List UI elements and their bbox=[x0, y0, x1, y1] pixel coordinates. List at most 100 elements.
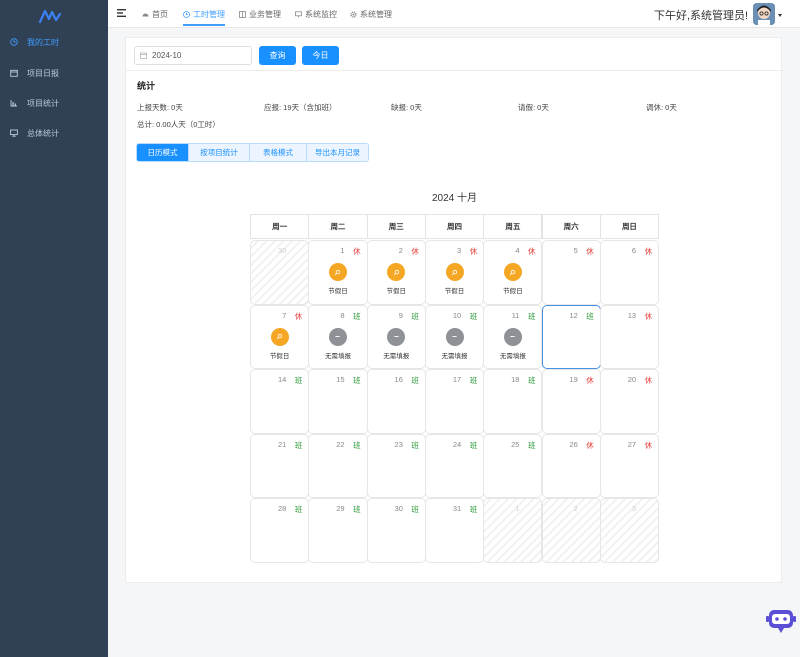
view-mode-tabs: 日历模式 按项目统计 表格模式 导出本月记录 bbox=[136, 143, 369, 162]
day-type-tag: 班 bbox=[411, 440, 419, 450]
calendar-day[interactable]: 7 休节假日 bbox=[250, 304, 310, 369]
topnav-item-label: 系统监控 bbox=[305, 9, 337, 19]
day-number: 24 bbox=[452, 439, 462, 449]
topnav-item-4[interactable]: 系统管理 bbox=[350, 0, 392, 28]
calendar-day[interactable]: 24 班 bbox=[424, 433, 485, 498]
divider bbox=[126, 70, 783, 71]
month-picker[interactable]: 2024-10 bbox=[134, 46, 252, 65]
calendar-day[interactable]: 30 班 bbox=[366, 498, 426, 563]
stats-title: 统计 bbox=[137, 81, 156, 91]
today-button[interactable]: 今日 bbox=[302, 46, 339, 65]
day-type-tag: 班 bbox=[411, 376, 419, 385]
calendar-day[interactable]: 4 休节假日 bbox=[483, 240, 543, 305]
day-number: 15 bbox=[336, 375, 345, 384]
no-report-icon bbox=[328, 327, 347, 346]
day-number: 23 bbox=[394, 439, 403, 449]
day-type-tag: 休 bbox=[644, 247, 653, 256]
calendar-day[interactable]: 15 班 bbox=[308, 369, 368, 434]
calendar-day[interactable]: 8 班无需填报 bbox=[308, 304, 368, 369]
calendar-day[interactable]: 29 班 bbox=[308, 498, 368, 563]
topnav-item-label: 系统管理 bbox=[360, 9, 392, 19]
day-status-label: 节假日 bbox=[269, 352, 290, 360]
calendar-day[interactable]: 17 班 bbox=[424, 369, 485, 434]
day-status-label: 无需填报 bbox=[383, 352, 410, 360]
calendar-day[interactable]: 28 班 bbox=[250, 498, 310, 563]
query-button[interactable]: 查询 bbox=[259, 46, 296, 65]
calendar-day[interactable]: 2 休节假日 bbox=[366, 240, 426, 305]
holiday-icon bbox=[445, 263, 464, 281]
day-number: 18 bbox=[511, 375, 520, 384]
sidebar-item-label: 总体统计 bbox=[27, 128, 59, 138]
topnav-item-0[interactable]: 首页 bbox=[142, 0, 168, 28]
calendar-day[interactable]: 1 bbox=[483, 498, 543, 563]
monitor-icon bbox=[10, 129, 18, 137]
calendar-day[interactable]: 16 班 bbox=[366, 369, 426, 434]
day-type-tag: 休 bbox=[469, 247, 478, 256]
calendar-icon bbox=[140, 52, 147, 59]
calendar-day[interactable]: 5休 bbox=[541, 240, 601, 305]
day-type-tag: 班 bbox=[586, 311, 594, 321]
calendar-day[interactable]: 12 班 bbox=[541, 304, 601, 369]
day-number: 17 bbox=[452, 375, 462, 384]
tab-table-mode[interactable]: 表格模式 bbox=[250, 144, 307, 161]
grid-icon bbox=[239, 10, 246, 18]
gear-icon bbox=[350, 10, 357, 18]
calendar-day[interactable]: 6休 bbox=[599, 240, 660, 305]
day-status-label: 无需填报 bbox=[499, 352, 526, 360]
day-type-tag: 班 bbox=[469, 376, 478, 385]
sidebar-item-2[interactable]: 项目统计 bbox=[0, 93, 108, 113]
topnav-item-3[interactable]: 系统监控 bbox=[295, 0, 337, 28]
day-status-label: 无需填报 bbox=[441, 352, 468, 360]
day-number: 16 bbox=[394, 375, 403, 384]
day-number: 22 bbox=[336, 439, 345, 449]
chevron-down-icon[interactable] bbox=[778, 14, 782, 17]
calendar-day[interactable]: 19 休 bbox=[541, 369, 601, 434]
tab-calendar-mode[interactable]: 日历模式 bbox=[137, 144, 189, 161]
sidebar-item-3[interactable]: 总体统计 bbox=[0, 123, 108, 143]
calendar-day[interactable]: 26 休 bbox=[541, 433, 601, 498]
chat-robot-icon[interactable] bbox=[766, 606, 796, 634]
dashboard-icon bbox=[142, 13, 149, 16]
tab-by-project[interactable]: 按项目统计 bbox=[189, 144, 250, 161]
calendar-day[interactable]: 23 班 bbox=[366, 433, 426, 498]
sidebar-item-1[interactable]: 项目日报 bbox=[0, 63, 108, 83]
topnav-item-1[interactable]: 工时管理 bbox=[183, 0, 225, 28]
calendar-day[interactable]: 20 休 bbox=[599, 369, 660, 434]
calendar-day[interactable]: 22 班 bbox=[308, 433, 368, 498]
calendar-day[interactable]: 10 班无需填报 bbox=[424, 304, 485, 369]
app-logo[interactable] bbox=[38, 8, 62, 24]
hamburger-icon[interactable] bbox=[117, 9, 126, 17]
day-type-tag: 休 bbox=[586, 440, 594, 450]
top-navbar: 首页 工时管理 业务管理 系统监控 系统管理 下午好,系统管理员! bbox=[108, 0, 800, 28]
day-status-label: 无需填报 bbox=[324, 352, 351, 360]
day-type-tag: 休 bbox=[586, 376, 594, 385]
day-type-tag: 班 bbox=[469, 505, 478, 514]
sidebar-item-0[interactable]: 我的工时 bbox=[0, 32, 108, 52]
calendar-day[interactable]: 2 bbox=[541, 498, 601, 563]
calendar-day[interactable]: 31 班 bbox=[424, 498, 485, 563]
calendar-day[interactable]: 21 班 bbox=[250, 433, 310, 498]
calendar-day[interactable]: 14 班 bbox=[250, 369, 310, 434]
calendar-day[interactable]: 18 班 bbox=[483, 369, 543, 434]
tab-export-month[interactable]: 导出本月记录 bbox=[307, 144, 368, 161]
day-number: 1 bbox=[340, 246, 345, 255]
stat-leave: 请假: 0天 bbox=[518, 103, 549, 112]
calendar-day[interactable]: 30 bbox=[250, 240, 310, 305]
day-number: 2 bbox=[573, 504, 578, 513]
calendar-day[interactable]: 13 休 bbox=[599, 304, 660, 369]
day-number: 28 bbox=[277, 504, 287, 513]
day-type-tag: 休 bbox=[644, 311, 653, 321]
sidebar-item-label: 我的工时 bbox=[27, 37, 59, 47]
calendar-day[interactable]: 25 班 bbox=[483, 433, 543, 498]
calendar-day[interactable]: 27 休 bbox=[599, 433, 660, 498]
calendar-day[interactable]: 9 班无需填报 bbox=[366, 304, 426, 369]
avatar[interactable] bbox=[753, 3, 775, 25]
calendar-day[interactable]: 1 休节假日 bbox=[308, 240, 368, 305]
day-status-label: 节假日 bbox=[328, 288, 348, 295]
day-number: 30 bbox=[394, 504, 403, 513]
calendar-day[interactable]: 3 bbox=[599, 498, 660, 563]
topnav-item-2[interactable]: 业务管理 bbox=[239, 0, 281, 28]
calendar-day[interactable]: 11 班无需填报 bbox=[483, 304, 543, 369]
calendar-day[interactable]: 3 休节假日 bbox=[424, 240, 485, 305]
sidebar-item-label: 项目统计 bbox=[27, 98, 59, 108]
